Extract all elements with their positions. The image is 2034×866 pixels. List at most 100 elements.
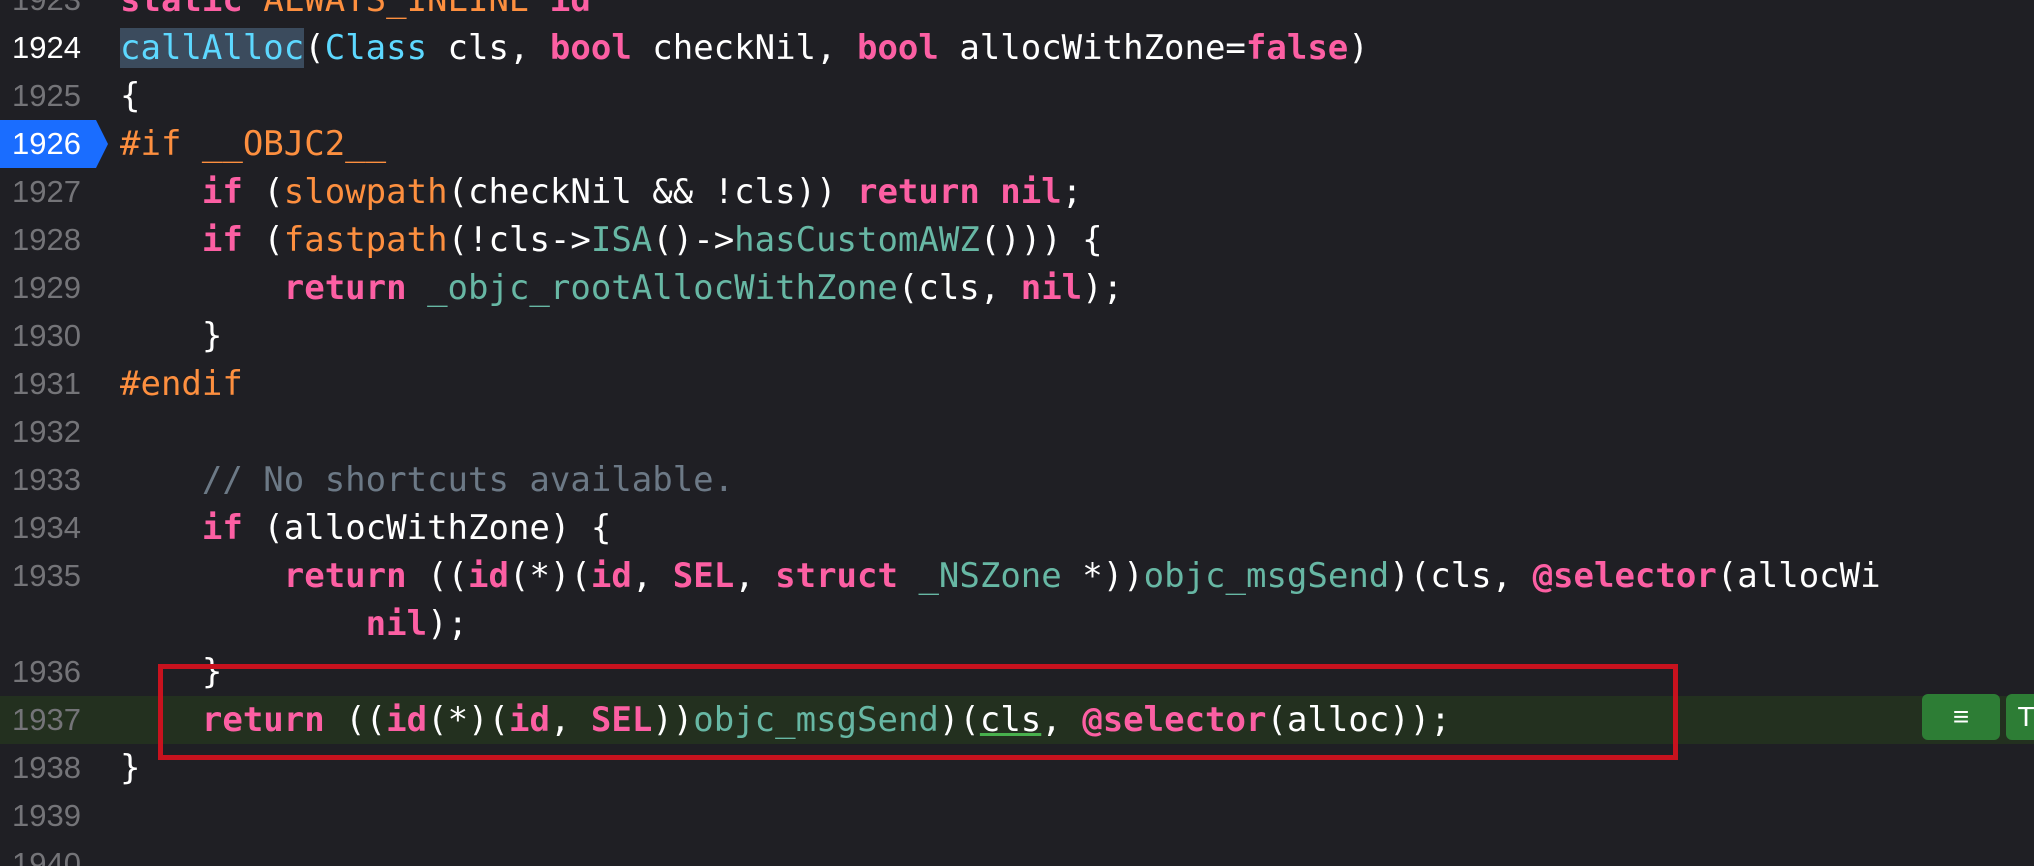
code-token: (allocWithZone) { — [242, 508, 612, 548]
code-token: (cls, — [897, 268, 1021, 308]
line-number[interactable]: 1937 — [0, 696, 98, 744]
line-number[interactable]: 1924 — [0, 24, 98, 72]
code-text: return ((id(*)(id, SEL, struct _NSZone *… — [120, 552, 1881, 600]
code-line[interactable]: 1928 if (fastpath(!cls->ISA()->hasCustom… — [0, 216, 2034, 264]
code-token: id — [468, 556, 509, 596]
code-token: , — [734, 556, 776, 596]
line-number[interactable]: 1940 — [0, 840, 98, 866]
code-token: (( — [406, 556, 469, 596]
code-text: nil); — [120, 600, 468, 648]
line-number[interactable]: 1927 — [0, 168, 98, 216]
code-line[interactable]: 1927 if (slowpath(checkNil && !cls)) ret… — [0, 168, 2034, 216]
code-line[interactable]: 1926 #if __OBJC2__ — [0, 120, 2034, 168]
code-editor[interactable]: 1923 static ALWAYS_INLINE id 1924 callAlloc… — [0, 0, 2034, 866]
code-line[interactable]: 1925 { — [0, 72, 2034, 120]
line-number[interactable]: 1929 — [0, 264, 98, 312]
annotation-highlight-box — [158, 664, 1678, 760]
code-text: callAlloc(Class cls, bool checkNil, bool… — [120, 24, 1369, 72]
code-token: (allocWi — [1716, 556, 1881, 596]
code-line[interactable]: nil); — [0, 600, 2034, 648]
code-token: Class — [324, 28, 428, 68]
code-token: ( — [242, 220, 284, 260]
code-token: @selector — [1532, 556, 1717, 596]
line-number[interactable]: 1936 — [0, 648, 98, 696]
code-token: fastpath — [283, 220, 448, 260]
code-text: static ALWAYS_INLINE id — [120, 0, 591, 24]
code-token: id — [590, 556, 632, 596]
code-line[interactable]: 1934 if (allocWithZone) { — [0, 504, 2034, 552]
line-number[interactable]: 1932 — [0, 408, 98, 456]
code-line[interactable]: 1924 callAlloc(Class cls, bool checkNil, … — [0, 24, 2034, 72]
code-line[interactable]: 1923 static ALWAYS_INLINE id — [0, 0, 2034, 24]
code-token: nil — [365, 604, 428, 644]
line-number[interactable] — [0, 600, 98, 648]
code-token: checkNil, — [631, 28, 857, 68]
code-token: #if __OBJC2__ — [120, 124, 387, 164]
line-number[interactable]: 1931 — [0, 360, 98, 408]
code-token: *)) — [1061, 556, 1144, 596]
thread-indicator-badge[interactable]: T — [2006, 694, 2034, 740]
code-token: (checkNil && !cls)) — [447, 172, 857, 212]
code-token: ())) { — [979, 220, 1103, 260]
code-token: ; — [1061, 172, 1083, 212]
line-number[interactable]: 1923 — [0, 0, 98, 24]
code-token: (*)( — [508, 556, 591, 596]
line-number[interactable]: 1930 — [0, 312, 98, 360]
code-token: false — [1245, 28, 1349, 68]
code-token: , — [631, 556, 673, 596]
code-token: if — [201, 172, 243, 212]
line-number[interactable]: 1935 — [0, 552, 98, 600]
code-line[interactable]: 1940 — [0, 840, 2034, 866]
line-number[interactable]: 1933 — [0, 456, 98, 504]
code-token: bool — [856, 28, 939, 68]
code-text: // No shortcuts available. — [120, 456, 734, 504]
code-token: if — [201, 220, 243, 260]
code-token: _objc_rootAllocWithZone — [427, 268, 898, 308]
code-text: #endif — [120, 360, 243, 408]
line-menu-icon[interactable]: ≡ — [1922, 694, 2000, 740]
code-token: id — [549, 0, 591, 20]
line-number[interactable]: 1938 — [0, 744, 98, 792]
code-text: if (allocWithZone) { — [120, 504, 611, 552]
line-number[interactable]: 1928 — [0, 216, 98, 264]
code-token: )(cls, — [1389, 556, 1533, 596]
code-token: { — [120, 76, 141, 116]
code-token: slowpath — [283, 172, 448, 212]
code-text: if (fastpath(!cls->ISA()->hasCustomAWZ()… — [120, 216, 1103, 264]
code-token: } — [120, 748, 141, 788]
code-line[interactable]: 1935 return ((id(*)(id, SEL, struct _NSZ… — [0, 552, 2034, 600]
code-token: static — [120, 0, 264, 20]
code-token: SEL — [672, 556, 735, 596]
line-number[interactable]: 1925 — [0, 72, 98, 120]
code-token: cls, — [427, 28, 550, 68]
code-token: _NSZone — [918, 556, 1062, 596]
code-token: struct — [775, 556, 898, 596]
code-token: nil — [1020, 268, 1083, 308]
code-token: hasCustomAWZ — [734, 220, 980, 260]
code-text: { — [120, 72, 140, 120]
code-text: return _objc_rootAllocWithZone(cls, nil)… — [120, 264, 1123, 312]
code-token: ALWAYS_INLINE — [263, 0, 550, 20]
code-line[interactable]: 1930 } — [0, 312, 2034, 360]
code-token: if — [201, 508, 243, 548]
code-line[interactable]: 1939 — [0, 792, 2034, 840]
code-line[interactable]: 1932 — [0, 408, 2034, 456]
code-text: #if __OBJC2__ — [120, 120, 386, 168]
code-line[interactable]: 1931 #endif — [0, 360, 2034, 408]
code-line[interactable]: 1929 return _objc_rootAllocWithZone(cls,… — [0, 264, 2034, 312]
code-token: nil — [1000, 172, 1062, 212]
line-number[interactable]: 1934 — [0, 504, 98, 552]
code-token: ()-> — [652, 220, 735, 260]
code-line[interactable]: 1933 // No shortcuts available. — [0, 456, 2034, 504]
line-number[interactable]: 1939 — [0, 792, 98, 840]
code-token: ); — [1082, 268, 1124, 308]
code-token: objc_msgSend — [1143, 556, 1390, 596]
code-token: bool — [549, 28, 632, 68]
